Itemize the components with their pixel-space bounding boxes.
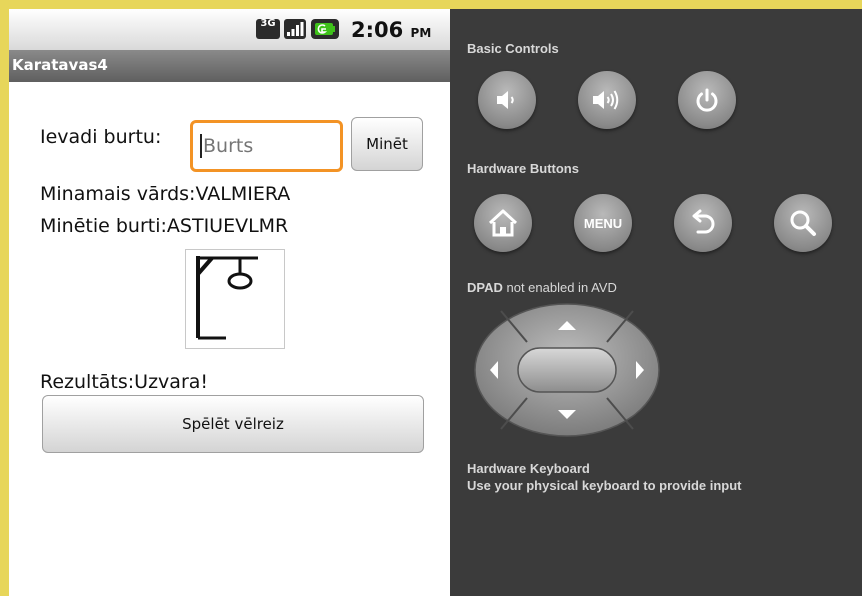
clock-time: 2:06 — [351, 18, 404, 42]
emulator-controls-panel: Basic Controls Hardware Buttons MENU DPA… — [450, 9, 862, 596]
basic-controls-title: Basic Controls — [467, 41, 559, 56]
volume-up-button[interactable] — [578, 71, 636, 129]
text-cursor — [200, 134, 202, 158]
back-icon — [692, 209, 715, 234]
network-3g-icon: 3G — [256, 19, 280, 39]
home-icon — [488, 209, 518, 237]
battery-icon — [311, 19, 339, 39]
status-clock: 2:06 PM — [351, 18, 431, 42]
hangman-image — [185, 249, 285, 349]
dpad — [474, 303, 660, 437]
app-titlebar: Karatavas4 — [9, 50, 450, 82]
dpad-title: DPAD not enabled in AVD — [467, 280, 617, 295]
back-button[interactable] — [674, 194, 732, 252]
volume-down-icon — [497, 91, 514, 109]
volume-down-button[interactable] — [478, 71, 536, 129]
hardware-buttons-title: Hardware Buttons — [467, 161, 579, 176]
keyboard-hint: Use your physical keyboard to provide in… — [467, 478, 742, 493]
input-label: Ievadi burtu: — [40, 126, 162, 148]
device-screen: 3G 2:06 PM Karatavas4 Ievadi burtu: Minē… — [9, 9, 450, 596]
app-title: Karatavas4 — [12, 56, 108, 74]
dpad-title-rest: not enabled in AVD — [502, 280, 617, 295]
keyboard-title: Hardware Keyboard — [467, 461, 590, 476]
guess-button[interactable]: Minēt — [351, 117, 423, 171]
network-3g-label: 3G — [260, 18, 276, 29]
word-line: Minamais vārds:VALMIERA — [40, 183, 291, 205]
hangman-gallows-icon — [196, 256, 258, 340]
play-again-button[interactable]: Spēlēt vēlreiz — [42, 395, 424, 453]
home-button[interactable] — [474, 194, 532, 252]
dpad-title-bold: DPAD — [467, 280, 503, 295]
guessed-letters-line: Minētie burti:ASTIUEVLMR — [40, 215, 289, 237]
menu-button-label: MENU — [583, 215, 623, 231]
menu-button[interactable]: MENU — [574, 194, 632, 252]
clock-ampm: PM — [410, 26, 432, 40]
search-button[interactable] — [774, 194, 832, 252]
dpad-center-button[interactable] — [517, 347, 617, 393]
signal-icon — [284, 19, 306, 39]
letter-input[interactable] — [190, 120, 343, 172]
volume-up-icon — [593, 90, 619, 110]
power-icon — [696, 88, 718, 112]
power-button[interactable] — [678, 71, 736, 129]
status-bar: 3G 2:06 PM — [9, 9, 450, 50]
result-line: Rezultāts:Uzvara! — [40, 371, 209, 393]
search-icon — [790, 210, 816, 236]
